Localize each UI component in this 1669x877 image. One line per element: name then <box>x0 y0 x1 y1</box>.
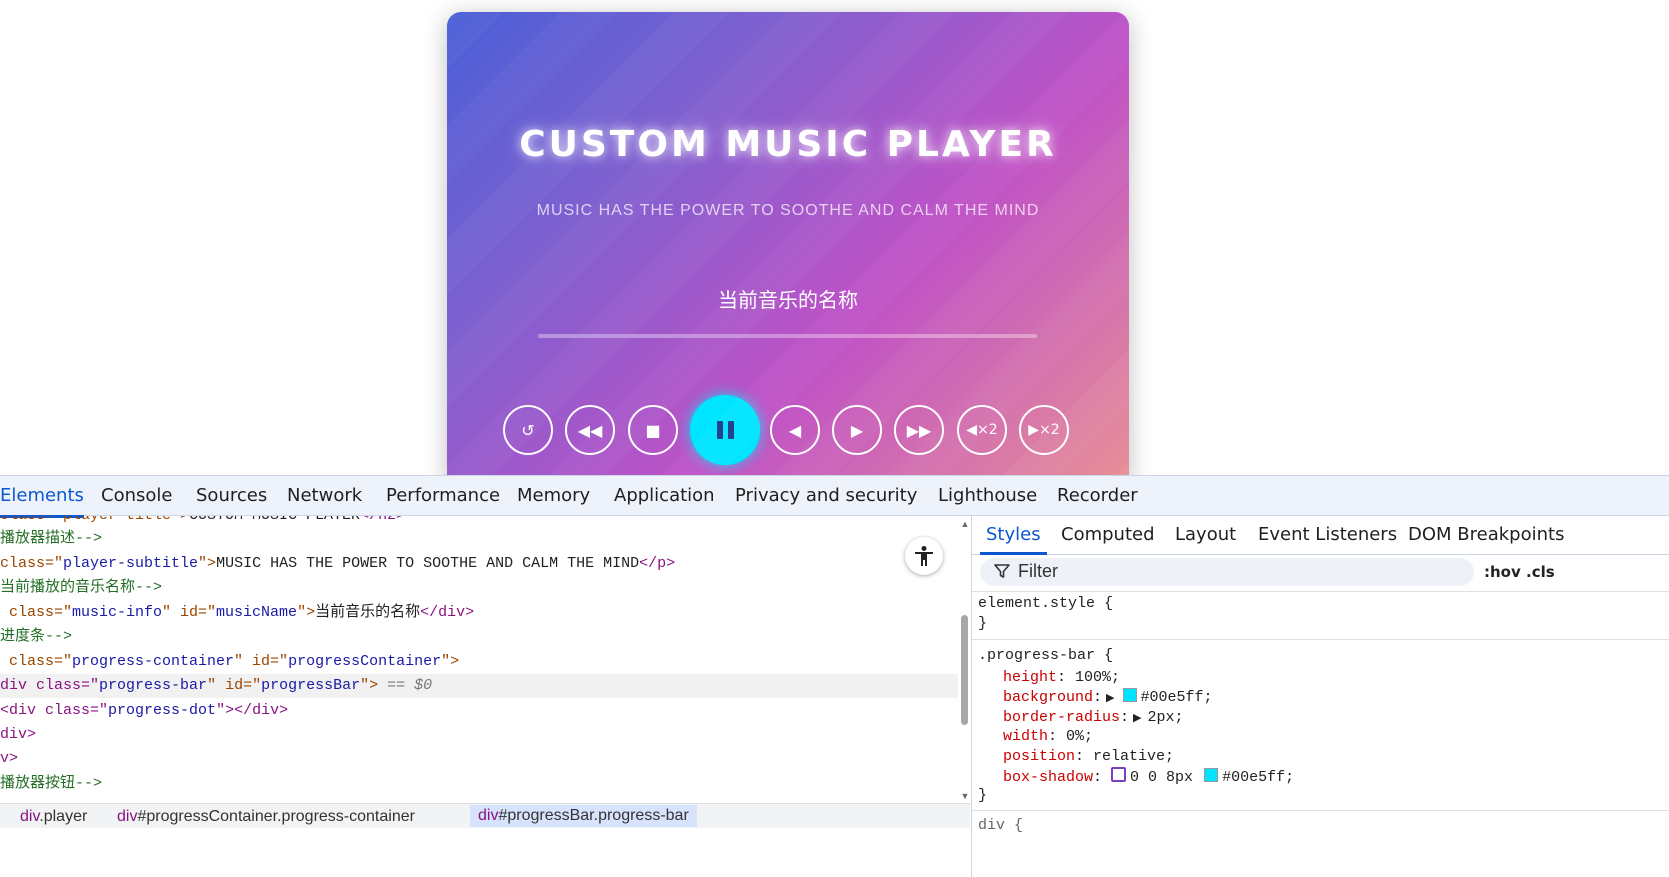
dom-comment[interactable]: 进度条--> <box>0 625 72 649</box>
player-title: CUSTOM MUSIC PLAYER <box>519 124 1057 165</box>
breadcrumb-item[interactable]: div#progressContainer.progress-container <box>117 808 415 826</box>
dom-line[interactable]: div> <box>0 723 36 747</box>
previous-track-button[interactable]: ◀◀ <box>565 405 615 455</box>
right-x2-icon: ▶×2 <box>1028 422 1060 438</box>
styles-filter-row: Filter :hov .cls <box>972 555 1669 592</box>
rule-close: } <box>978 615 988 632</box>
expand-triangle-icon[interactable]: ▶ <box>1106 693 1114 705</box>
breadcrumb: div.player div#progressContainer.progres… <box>0 803 970 828</box>
tab-dom-breakpoints[interactable]: DOM Breakpoints <box>1408 524 1564 545</box>
rule-divider <box>972 639 1669 640</box>
tab-layout[interactable]: Layout <box>1175 524 1236 545</box>
style-declaration[interactable]: width: 0%; <box>1003 727 1093 747</box>
left-x2-icon: ◀×2 <box>966 422 998 438</box>
style-declaration[interactable]: border-radius: ▶ 2px; <box>1003 708 1184 728</box>
double-right-icon: ▶▶ <box>906 420 932 440</box>
tab-lighthouse[interactable]: Lighthouse <box>938 485 1037 506</box>
style-declaration[interactable]: position: relative; <box>1003 747 1174 767</box>
stop-button[interactable]: ■ <box>628 405 678 455</box>
filter-icon <box>994 564 1010 578</box>
tab-sources[interactable]: Sources <box>196 485 267 506</box>
breadcrumb-item-active[interactable]: div#progressBar.progress-bar <box>470 805 697 827</box>
triangle-left-icon: ◀ <box>788 420 802 440</box>
next-track-button[interactable]: ▶▶ <box>894 405 944 455</box>
style-declaration[interactable]: box-shadow: 0 0 8px #00e5ff; <box>1003 767 1294 787</box>
slow-speed-button[interactable]: ◀×2 <box>957 405 1007 455</box>
tab-network[interactable]: Network <box>287 485 362 506</box>
styles-tabbar: Styles Computed Layout Event Listeners D… <box>972 516 1669 555</box>
dom-comment[interactable]: 播放器描述--> <box>0 527 102 551</box>
accessibility-tree-button[interactable] <box>905 537 943 575</box>
dom-line[interactable]: v> <box>0 747 18 771</box>
tab-privacy-security[interactable]: Privacy and security <box>735 485 917 506</box>
tab-computed[interactable]: Computed <box>1061 524 1155 545</box>
devtools-tabbar: Elements Console Sources Network Perform… <box>0 476 1669 518</box>
play-button[interactable]: ▶ <box>832 405 882 455</box>
music-player: CUSTOM MUSIC PLAYER MUSIC HAS THE POWER … <box>447 12 1129 487</box>
scroll-thumb[interactable] <box>961 615 968 725</box>
tab-recorder[interactable]: Recorder <box>1057 485 1138 506</box>
progress-bar-selector[interactable]: .progress-bar { <box>978 646 1113 666</box>
tab-console[interactable]: Console <box>101 485 172 506</box>
devtools-panel: Elements Console Sources Network Perform… <box>0 475 1669 877</box>
tab-memory[interactable]: Memory <box>517 485 590 506</box>
styles-rules: element.style { } .progress-bar { height… <box>972 592 1669 877</box>
expand-triangle-icon[interactable]: ▶ <box>1133 713 1141 725</box>
pause-button[interactable] <box>690 395 760 465</box>
double-left-icon: ◀◀ <box>577 420 603 440</box>
dom-comment[interactable]: 当前播放的音乐名称--> <box>0 576 162 600</box>
filter-input[interactable]: Filter <box>980 558 1474 586</box>
hov-toggle[interactable]: :hov <box>1484 563 1521 581</box>
style-declaration[interactable]: height: 100%; <box>1003 668 1120 688</box>
rule-close: } <box>978 787 988 804</box>
dom-line[interactable]: class="player-subtitle">MUSIC HAS THE PO… <box>0 552 675 576</box>
rule-divider <box>972 810 1669 811</box>
tab-elements[interactable]: Elements <box>0 485 84 518</box>
scroll-up-icon[interactable]: ▲ <box>960 519 970 529</box>
dom-comment[interactable]: 播放器按钮--> <box>0 772 102 796</box>
cls-toggle[interactable]: .cls <box>1526 563 1555 581</box>
dom-line[interactable]: class="music-info" id="musicName">当前音乐的名… <box>0 601 474 625</box>
breadcrumb-item[interactable]: div.player <box>20 808 87 826</box>
player-subtitle: MUSIC HAS THE POWER TO SOOTHE AND CALM T… <box>536 202 1040 219</box>
dom-line[interactable]: <div class="progress-dot"></div> <box>0 699 288 723</box>
rewind-button[interactable]: ◀ <box>770 405 820 455</box>
replay-icon: ↺ <box>521 420 535 440</box>
dom-tree: class="player-title">CUSTOM MUSIC PLAYER… <box>0 516 958 803</box>
progress-container[interactable] <box>538 334 1037 338</box>
shadow-editor-icon[interactable] <box>1111 767 1127 782</box>
filter-placeholder: Filter <box>1018 561 1058 581</box>
tab-styles[interactable]: Styles <box>980 524 1047 555</box>
music-name: 当前音乐的名称 <box>718 290 858 312</box>
accessibility-icon <box>915 546 933 566</box>
tab-application[interactable]: Application <box>614 485 715 506</box>
element-style-selector[interactable]: element.style { <box>978 594 1113 614</box>
dom-line-selected[interactable]: div class="progress-bar" id="progressBar… <box>0 674 958 698</box>
color-swatch[interactable] <box>1122 688 1137 702</box>
style-declaration[interactable]: background: ▶ #00e5ff; <box>1003 688 1213 708</box>
fast-speed-button[interactable]: ▶×2 <box>1019 405 1069 455</box>
dom-scrollbar[interactable]: ▲ ▼ <box>960 519 970 803</box>
dom-line[interactable]: class="progress-container" id="progressC… <box>0 650 459 674</box>
scroll-down-icon[interactable]: ▼ <box>960 791 970 801</box>
color-swatch[interactable] <box>1204 768 1219 782</box>
replay-button[interactable]: ↺ <box>503 405 553 455</box>
triangle-right-icon: ▶ <box>850 420 864 440</box>
pause-icon <box>716 421 734 439</box>
stop-icon: ■ <box>645 420 661 440</box>
next-rule-selector[interactable]: div { <box>978 816 1023 836</box>
tab-performance[interactable]: Performance <box>386 485 500 506</box>
tab-event-listeners[interactable]: Event Listeners <box>1258 524 1397 545</box>
